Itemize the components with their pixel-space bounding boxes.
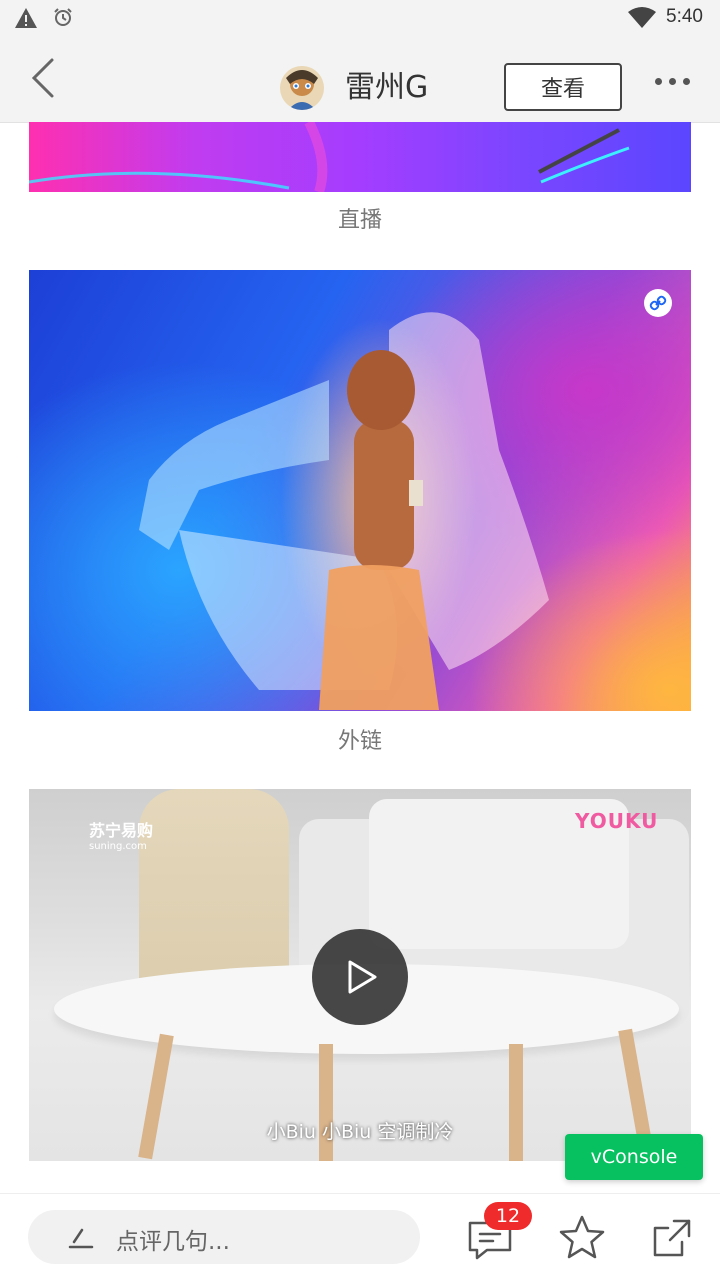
comment-placeholder: 点评几句... — [116, 1229, 230, 1255]
live-image-art — [29, 122, 630, 192]
link-caption: 外链 — [337, 729, 382, 754]
link-icon — [644, 289, 672, 317]
alarm-icon — [54, 8, 72, 26]
video-player[interactable]: 苏宁易购 suning.com YOUKU 小Biu 小Biu 空调制冷 — [29, 789, 691, 1161]
comment-input[interactable]: 点评几句... — [28, 1210, 420, 1264]
play-button[interactable] — [312, 929, 408, 1025]
dancer-illustration — [139, 312, 549, 710]
suning-watermark: 苏宁易购 suning.com — [89, 821, 154, 852]
star-icon[interactable] — [558, 1214, 606, 1260]
top-nav-bar: 雷州G 查看 — [0, 36, 720, 123]
share-icon[interactable] — [652, 1218, 692, 1258]
chevron-left-icon[interactable] — [26, 56, 62, 100]
view-button[interactable]: 查看 — [504, 63, 622, 111]
pen-icon — [68, 1228, 94, 1249]
more-dots-icon[interactable] — [652, 76, 692, 88]
comment-count-badge: 12 — [484, 1202, 532, 1230]
live-cover-image[interactable] — [29, 122, 691, 192]
page-title: 雷州G — [345, 70, 429, 105]
warning-icon — [15, 8, 37, 28]
live-caption: 直播 — [337, 208, 382, 233]
vconsole-button[interactable]: vConsole — [565, 1134, 703, 1180]
bottom-action-bar: 点评几句... 12 — [0, 1193, 720, 1281]
play-icon — [348, 960, 377, 994]
avatar[interactable] — [280, 66, 324, 110]
avatar-image — [280, 66, 324, 110]
youku-watermark: YOUKU — [575, 809, 659, 833]
status-time: 5:40 — [666, 6, 703, 27]
status-bar: 5:40 — [0, 0, 720, 36]
link-cover-image[interactable] — [29, 270, 691, 711]
wifi-icon — [628, 7, 656, 28]
